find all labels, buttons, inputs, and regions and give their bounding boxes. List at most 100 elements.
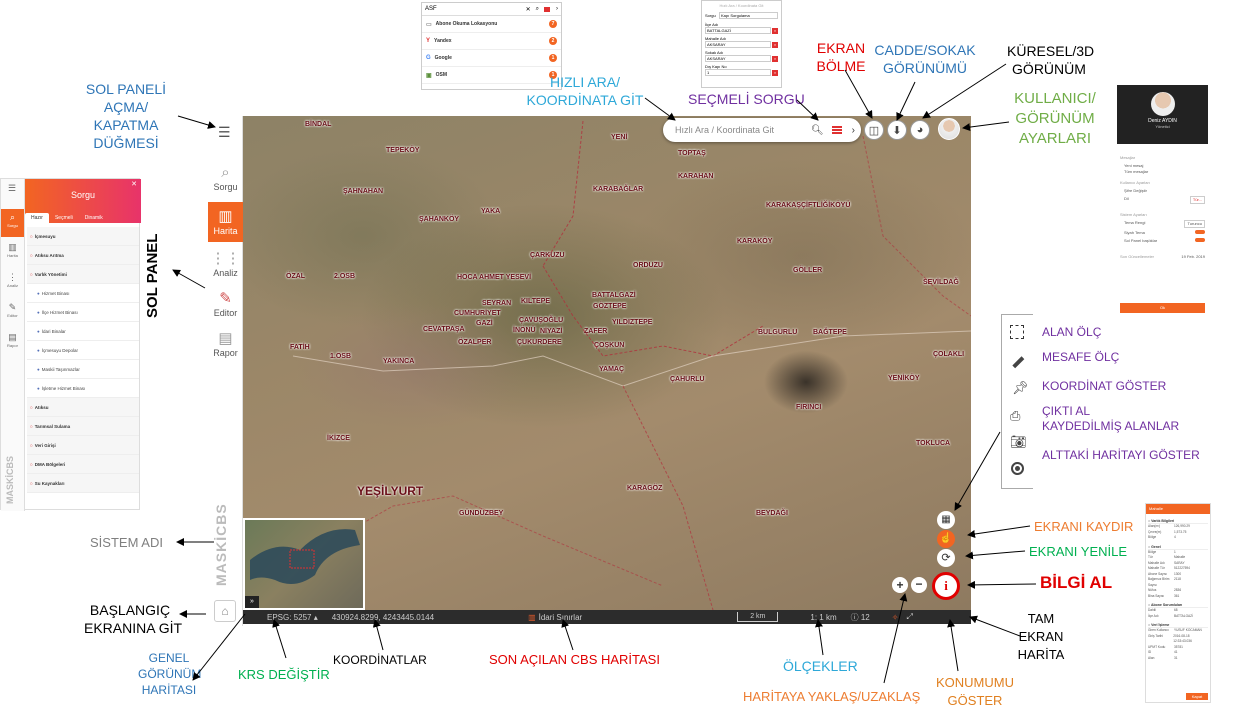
- mini-sidebar-label: Harita: [7, 253, 18, 258]
- chart-icon: ▤: [218, 330, 233, 347]
- left-panel-list-item[interactable]: ○ Tarımsal Sulama: [27, 417, 139, 436]
- left-panel-list-item[interactable]: ● Hizmet Binası: [27, 284, 139, 303]
- mini-sidebar-icon: ▥: [8, 242, 17, 252]
- last-map-link[interactable]: ▥ İdari Sınırlar: [528, 613, 582, 622]
- left-panel-list-item[interactable]: ● İçmesuyu Depolar: [27, 341, 139, 360]
- close-icon[interactable]: ✕: [131, 169, 137, 201]
- left-panel-list-item[interactable]: ○ Veri Girişi: [27, 436, 139, 455]
- user-avatar[interactable]: [938, 118, 960, 140]
- delete-icon[interactable]: ×: [772, 27, 778, 34]
- left-panel-list-item[interactable]: ● İlçe Hizmet Binası: [27, 303, 139, 322]
- sidebar-item-analiz[interactable]: ⋮⋮ Analiz: [208, 249, 243, 278]
- annotation-line: SOL PANELİ: [85, 81, 167, 97]
- mini-sidebar-item[interactable]: ✎ Editor: [1, 299, 24, 325]
- sidebar-item-harita[interactable]: ▥ Harita: [208, 202, 243, 242]
- search-result-item[interactable]: G Google 1: [422, 50, 561, 67]
- left-panel-list-item[interactable]: ○ Su Kaynakları: [27, 474, 139, 493]
- left-panel-list-item[interactable]: ○ İçmesuyu: [27, 227, 139, 246]
- camera-icon[interactable]: 📷︎: [1010, 434, 1027, 450]
- left-panel-list-item[interactable]: ○ DMA Bölgeleri: [27, 455, 139, 474]
- info-button[interactable]: i: [932, 572, 960, 600]
- area-measure-icon[interactable]: [1010, 325, 1024, 339]
- sidebar-item-editor[interactable]: ✎ Editor: [208, 289, 243, 318]
- search-icon[interactable]: 🔍︎: [811, 125, 824, 136]
- query-field-value[interactable]: 1: [705, 69, 771, 76]
- annotation-line: GÖSTER: [947, 693, 1003, 708]
- selective-query-icon[interactable]: [544, 6, 550, 12]
- list-item-label: Hizmet Binası: [41, 291, 70, 296]
- locate-me-button[interactable]: ✧: [892, 613, 899, 622]
- language-select[interactable]: Tür...: [1189, 196, 1205, 204]
- map-canvas[interactable]: BİNDAL TEPEKÖY ŞAHNAHAN ŞAHANKÖY YAKA YENİ TOP…: [243, 116, 971, 610]
- sorgu-select[interactable]: Kapı Sorgulama: [719, 12, 778, 19]
- mini-sidebar-item[interactable]: ▥ Harita: [1, 239, 24, 265]
- left-panel-list-item[interactable]: ● Maskii Taşınmazlar: [27, 360, 139, 379]
- overview-toggle-button[interactable]: »: [245, 596, 259, 608]
- info-panel-close-button[interactable]: Kapat: [1186, 693, 1208, 700]
- base-map-icon[interactable]: [1011, 462, 1024, 475]
- pan-button[interactable]: ☝: [937, 530, 955, 548]
- crs-selector[interactable]: EPSG: 5257 ▴: [267, 613, 318, 622]
- pin-icon: ●: [37, 386, 40, 391]
- search-icon[interactable]: ⌕: [536, 6, 539, 13]
- annotation-user-settings: KULLANICI/ GÖRÜNÜM AYARLARI: [1011, 89, 1099, 149]
- mini-sidebar-item[interactable]: ⌕ Sorgu: [1, 209, 24, 237]
- theme-color-select[interactable]: Turuncu: [1184, 220, 1205, 228]
- query-field-value[interactable]: AKSARAY: [705, 55, 771, 62]
- selective-query-icon[interactable]: [831, 125, 842, 135]
- refresh-button[interactable]: ⟳: [937, 549, 955, 567]
- left-panel-list-item[interactable]: ● İşletme Hizmet Binası: [27, 379, 139, 398]
- annotation-line: EKRANINA GİT: [84, 620, 183, 636]
- left-panel-list-item[interactable]: ○ Atıksu: [27, 398, 139, 417]
- left-panel-titles-toggle[interactable]: [1195, 238, 1205, 242]
- sidebar-item-rapor[interactable]: ▤ Rapor: [208, 329, 243, 358]
- fullscreen-button[interactable]: ⤢: [906, 612, 912, 622]
- info-row-value: 31: [1174, 655, 1178, 660]
- annotation-line: BAŞLANGIÇ: [89, 602, 171, 618]
- search-result-item[interactable]: ▭ Abone Okuma Lokasyonu 7: [422, 16, 561, 33]
- left-panel-list-item[interactable]: ● İdari Binalar: [27, 322, 139, 341]
- pin-icon: ●: [37, 348, 40, 353]
- overview-map[interactable]: [243, 518, 365, 610]
- globe-3d-button[interactable]: ◕: [910, 120, 930, 140]
- annotation-line: GENEL: [148, 651, 190, 665]
- dark-theme-toggle[interactable]: [1195, 230, 1205, 234]
- street-view-button[interactable]: ⬇: [887, 120, 907, 140]
- all-messages-link[interactable]: Tüm mesajlar: [1120, 169, 1205, 175]
- hamburger-icon[interactable]: ☰: [8, 183, 16, 194]
- chevron-right-icon[interactable]: ›: [556, 6, 558, 12]
- query-field-value[interactable]: AKSARAY: [705, 41, 771, 48]
- sidebar-item-sorgu[interactable]: ⌕ Sorgu: [208, 164, 243, 192]
- theme-color-label: Tema Rengi: [1124, 220, 1146, 225]
- delete-icon[interactable]: ×: [772, 69, 778, 76]
- close-icon[interactable]: ✕: [526, 6, 531, 13]
- left-panel-list-item[interactable]: ○ Atıksu Arıtma: [27, 246, 139, 265]
- mini-sidebar-icon: ⌕: [9, 212, 16, 222]
- left-panel-list-item[interactable]: ○ Varlık Yönetimi: [27, 265, 139, 284]
- chevron-right-icon[interactable]: ›: [852, 125, 855, 136]
- delete-icon[interactable]: ×: [772, 55, 778, 62]
- split-screen-button[interactable]: ◫: [864, 120, 884, 140]
- hamburger-icon[interactable]: ☰: [218, 124, 231, 141]
- left-panel-tab[interactable]: Hazır: [25, 213, 49, 223]
- search-result-item[interactable]: Y Yandex 2: [422, 33, 561, 50]
- grid-button[interactable]: ▦: [937, 511, 955, 529]
- quick-search-bar[interactable]: Hızlı Ara / Koordinata Git 🔍︎ ›: [663, 118, 861, 142]
- left-panel-tab[interactable]: Seçmeli: [49, 213, 79, 223]
- selective-query-popup: Hızlı Ara / Koordinata Git Sorgu Kapı So…: [701, 0, 782, 88]
- mini-sidebar-icon: ⋮: [8, 272, 17, 282]
- mini-sidebar-item[interactable]: ⋮ Analiz: [1, 269, 24, 295]
- user-panel-ok-button[interactable]: Ok: [1120, 303, 1205, 313]
- pin-icon[interactable]: 📌︎: [1012, 380, 1029, 396]
- left-panel-tab[interactable]: Dinamik: [79, 213, 109, 223]
- search-query[interactable]: ASF: [425, 6, 526, 12]
- quick-search-input[interactable]: Hızlı Ara / Koordinata Git: [675, 125, 811, 135]
- change-password-link[interactable]: Şifre Değiştir: [1120, 188, 1205, 194]
- delete-icon[interactable]: ×: [772, 41, 778, 48]
- query-field-value[interactable]: BATTALGAZİ: [705, 27, 771, 34]
- mini-sidebar-item[interactable]: ▤ Rapor: [1, 329, 24, 355]
- printer-icon[interactable]: ⎙: [1010, 408, 1020, 424]
- home-button[interactable]: ⌂: [214, 600, 236, 622]
- zoom-out-button[interactable]: −: [911, 577, 927, 593]
- zoom-in-button[interactable]: +: [892, 577, 908, 593]
